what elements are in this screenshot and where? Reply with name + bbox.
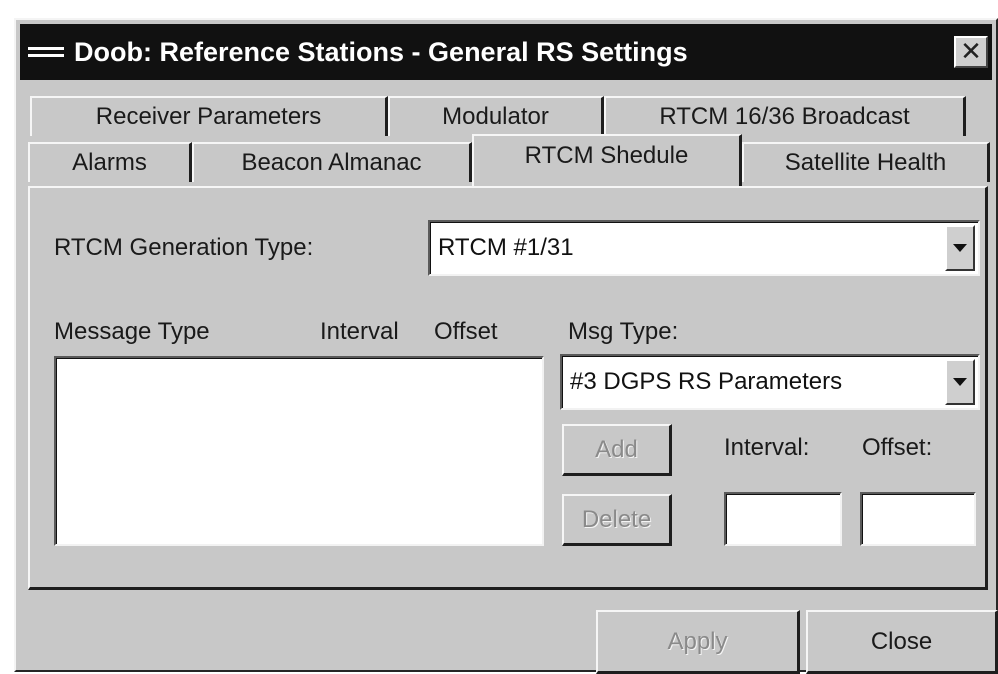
title-bar[interactable]: Doob: Reference Stations - General RS Se… — [20, 24, 992, 80]
interval-label: Interval: — [724, 434, 810, 461]
tab-alarms[interactable]: Alarms — [28, 142, 192, 182]
msg-type-dropdown[interactable]: #3 DGPS RS Parameters — [560, 354, 980, 410]
tab-receiver-parameters[interactable]: Receiver Parameters — [30, 96, 388, 136]
system-menu-icon[interactable] — [28, 37, 64, 67]
tab-modulator[interactable]: Modulator — [388, 96, 604, 136]
chevron-down-icon[interactable] — [945, 225, 975, 271]
offset-field[interactable] — [860, 492, 976, 546]
tab-beacon-almanac[interactable]: Beacon Almanac — [192, 142, 472, 182]
interval-field[interactable] — [724, 492, 842, 546]
dialog-window: Doob: Reference Stations - General RS Se… — [14, 18, 998, 674]
window-title: Doob: Reference Stations - General RS Se… — [74, 36, 688, 67]
message-list[interactable] — [54, 356, 544, 546]
tab-rtcm-16-36-broadcast[interactable]: RTCM 16/36 Broadcast — [604, 96, 966, 136]
tab-satellite-health[interactable]: Satellite Health — [742, 142, 990, 182]
offset-column-header: Offset — [434, 318, 498, 345]
interval-column-header: Interval — [320, 318, 399, 345]
add-button[interactable]: Add — [562, 424, 672, 476]
apply-button[interactable]: Apply — [596, 610, 800, 674]
rtcm-generation-type-label: RTCM Generation Type: — [54, 234, 314, 261]
rtcm-generation-type-dropdown[interactable]: RTCM #1/31 — [428, 220, 980, 276]
close-icon[interactable]: ✕ — [954, 36, 988, 68]
msg-type-value: #3 DGPS RS Parameters — [570, 368, 843, 395]
msg-type-label: Msg Type: — [568, 318, 679, 345]
tab-rtcm-shedule[interactable]: RTCM Shedule — [472, 134, 742, 186]
chevron-down-icon[interactable] — [945, 359, 975, 405]
rtcm-generation-type-value: RTCM #1/31 — [438, 234, 574, 261]
offset-label: Offset: — [862, 434, 933, 461]
message-type-column-header: Message Type — [54, 318, 210, 345]
delete-button[interactable]: Delete — [562, 494, 672, 546]
close-button[interactable]: Close — [806, 610, 998, 674]
